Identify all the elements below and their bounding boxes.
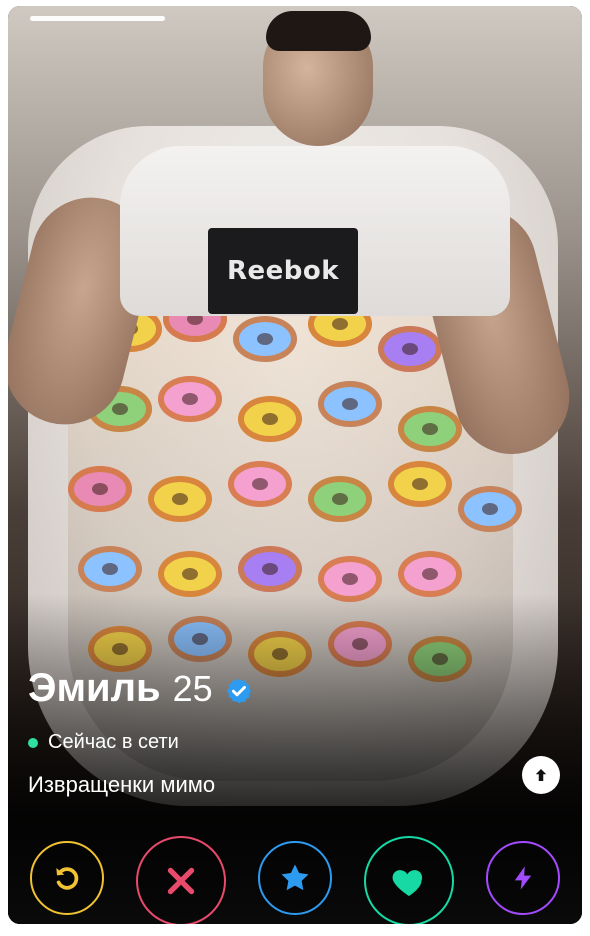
rewind-button[interactable] (30, 841, 104, 915)
donut (398, 406, 462, 452)
nope-button[interactable] (136, 836, 226, 924)
donut (68, 466, 132, 512)
boost-button[interactable] (486, 841, 560, 915)
donut (228, 461, 292, 507)
online-dot (28, 737, 38, 748)
super-like-button[interactable] (258, 841, 332, 915)
action-bar (8, 814, 582, 924)
donut (308, 476, 372, 522)
profile-bio: Извращенки мимо (28, 772, 216, 797)
donut (158, 551, 222, 597)
lightning-icon (514, 866, 532, 890)
heart-icon (392, 870, 423, 896)
donut (148, 476, 212, 522)
profile-name: Эмиль (28, 666, 161, 710)
photo-progress-bar (30, 16, 165, 21)
name-row: Эмиль 25 (28, 666, 562, 711)
close-icon (167, 867, 195, 895)
donut (388, 461, 452, 507)
donut (238, 546, 302, 592)
profile-info: Эмиль 25 Сейчас в сети Извращенки мимо (28, 666, 562, 798)
online-status: Сейчас в сети (28, 731, 562, 754)
donut (458, 486, 522, 532)
donut (318, 381, 382, 427)
arrow-up-icon (535, 769, 547, 781)
donut (378, 326, 442, 372)
profile-card[interactable]: Reebok Эмиль 25 Сейчас в сети Извращенки… (8, 6, 582, 924)
person-hair (266, 11, 371, 51)
donut (158, 376, 222, 422)
donut (233, 316, 297, 362)
shirt-logo-text: Reebok (226, 256, 340, 286)
donut (238, 396, 302, 442)
open-profile-button[interactable] (522, 756, 560, 794)
verified-badge-icon (226, 678, 251, 704)
online-status-text: Сейчас в сети (48, 731, 179, 753)
like-button[interactable] (364, 836, 454, 924)
donut (398, 551, 462, 597)
star-icon (281, 864, 309, 891)
donut (78, 546, 142, 592)
rewind-icon (56, 867, 79, 890)
profile-age: 25 (172, 668, 213, 709)
shirt-logo: Reebok (208, 228, 358, 314)
